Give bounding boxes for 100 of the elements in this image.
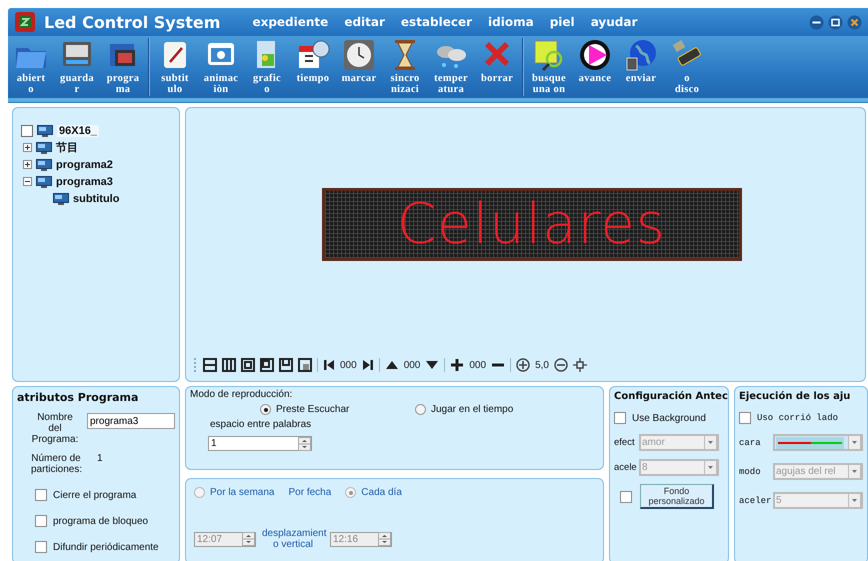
- checkbox[interactable]: [35, 489, 47, 501]
- frame-layout-icon[interactable]: [222, 358, 236, 372]
- toolbar-button[interactable]: enviar: [618, 36, 664, 95]
- radio-button[interactable]: [415, 404, 426, 415]
- reading-value: 000: [340, 360, 357, 370]
- field-label: modo: [739, 466, 762, 476]
- field-label: espacio entre palabras: [210, 419, 312, 430]
- radio-button[interactable]: [345, 487, 356, 498]
- panel-title: atributos Programa: [17, 391, 140, 404]
- toolbar-button[interactable]: o disco: [664, 36, 710, 95]
- tree-item[interactable]: programa3: [56, 176, 113, 188]
- frame-layout-icon[interactable]: [279, 358, 293, 372]
- checkbox[interactable]: [739, 412, 751, 424]
- tree-item[interactable]: 节目: [56, 140, 78, 155]
- spin-arrows-icon: [378, 532, 391, 546]
- color-dropdown[interactable]: [773, 434, 863, 451]
- menu-item[interactable]: editar: [344, 15, 385, 29]
- monitor-icon: [36, 174, 52, 188]
- field-label: efect: [614, 437, 636, 448]
- section-label: Modo de reproducción:: [190, 389, 294, 400]
- toolbar-button[interactable]: animac iòn: [198, 36, 244, 95]
- frame-layout-icon[interactable]: [241, 358, 255, 372]
- monitor-icon: [53, 192, 69, 206]
- tree-item[interactable]: subtitulo: [73, 192, 120, 204]
- checkbox-label: Uso corrió lado: [757, 413, 838, 423]
- reading-value: 5,0: [535, 360, 549, 370]
- expand-icon[interactable]: [23, 143, 32, 152]
- frame-layout-icon[interactable]: [298, 358, 312, 372]
- toolbar-button[interactable]: grafic o: [244, 36, 290, 95]
- spinner-field[interactable]: 1: [208, 436, 312, 451]
- frame-layout-icon[interactable]: [260, 358, 274, 372]
- color-line-swatch: [776, 436, 844, 448]
- radio-label: Jugar en el tiempo: [431, 404, 514, 415]
- option-label: Por fecha: [288, 487, 332, 498]
- spin-arrows-icon: [298, 436, 311, 450]
- name-input[interactable]: programa3: [87, 413, 175, 429]
- collapse-icon[interactable]: [23, 177, 32, 186]
- radio-label: Cada día: [361, 487, 402, 498]
- partitions-value: 1: [96, 453, 103, 464]
- display-text: Celulares: [397, 194, 666, 254]
- checkbox[interactable]: [620, 490, 632, 502]
- toolbar-button[interactable]: guarda r: [54, 36, 100, 95]
- reading-value: 000: [404, 360, 420, 370]
- field-label: desplazamient o vertical: [262, 528, 324, 550]
- frame-layout-icon[interactable]: [203, 358, 217, 372]
- monitor-icon: [36, 158, 52, 172]
- monitor-icon: [37, 124, 53, 138]
- toolbar-button[interactable]: busque una on: [526, 36, 572, 95]
- field-label: Nombre del Programa:: [31, 412, 79, 445]
- app-logo-icon: [14, 11, 36, 33]
- checkbox-label: Use Background: [632, 412, 706, 424]
- field-label: Número de particiones:: [31, 453, 81, 475]
- field-label: aceler: [739, 496, 772, 506]
- radio-button[interactable]: [260, 404, 271, 415]
- toolbar-button[interactable]: progra ma: [100, 36, 146, 95]
- panel-title: Ejecución de los aju: [739, 391, 852, 402]
- tree-item[interactable]: 96X16_: [57, 124, 99, 136]
- radio-button[interactable]: [194, 487, 205, 498]
- expand-icon[interactable]: [23, 160, 32, 169]
- radio-label: Por la semana: [210, 487, 274, 498]
- toolbar-button[interactable]: abiert o: [8, 36, 54, 95]
- toolbar-button[interactable]: marcar: [336, 36, 382, 95]
- field-label: cara: [739, 438, 762, 448]
- checkbox-label: Difundir periódicamente: [53, 542, 159, 552]
- globe-icon: [624, 38, 658, 72]
- monitor-icon: [36, 140, 52, 154]
- minimize-icon[interactable]: [809, 14, 824, 30]
- checkbox[interactable]: [35, 541, 47, 553]
- toolbar-button[interactable]: borrar: [474, 36, 520, 95]
- toolbar-button[interactable]: avance: [572, 36, 618, 95]
- skip-forward-icon[interactable]: [362, 358, 374, 372]
- fit-icon[interactable]: [572, 358, 587, 372]
- reading-value: 000: [469, 360, 486, 370]
- close-icon[interactable]: [847, 14, 862, 30]
- zoom-in-icon[interactable]: [516, 358, 530, 372]
- field-label: acele: [614, 462, 638, 473]
- tree-item[interactable]: programa2: [56, 158, 113, 170]
- clock-icon: [342, 38, 376, 72]
- spin-arrows-icon: [242, 532, 255, 546]
- checkbox[interactable]: [35, 515, 47, 527]
- menu-item[interactable]: piel: [550, 15, 575, 29]
- toolbar-button[interactable]: tiempo: [290, 36, 336, 95]
- restore-icon[interactable]: [828, 14, 843, 30]
- checkbox-label: programa de bloqueo: [53, 516, 148, 526]
- play-icon: [578, 38, 612, 72]
- menu-item[interactable]: idioma: [488, 15, 534, 29]
- skip-back-icon[interactable]: [323, 358, 335, 372]
- radio-label: Preste Escuchar: [276, 404, 350, 415]
- menu-item[interactable]: ayudar: [590, 15, 638, 29]
- toolbar-button[interactable]: sincro nizaci: [382, 36, 428, 95]
- plus-icon[interactable]: [450, 358, 464, 372]
- menu-item[interactable]: establecer: [400, 15, 472, 29]
- toolbar-button[interactable]: temper atura: [428, 36, 474, 95]
- checkbox[interactable]: [614, 412, 626, 424]
- toolbar-button[interactable]: subtit ulo: [152, 36, 198, 95]
- window-title: Led Control System: [44, 12, 220, 32]
- checkbox[interactable]: [21, 124, 33, 136]
- menu-item[interactable]: expediente: [252, 15, 328, 29]
- zoom-out-icon[interactable]: [554, 358, 568, 372]
- custom-background-button[interactable]: Fondo personalizado: [640, 484, 714, 509]
